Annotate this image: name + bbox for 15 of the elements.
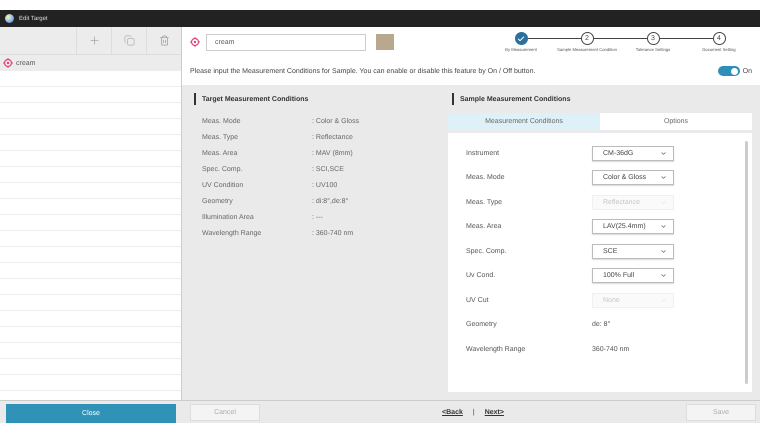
- chevron-icon: [660, 150, 667, 157]
- target-icon: [3, 58, 13, 68]
- chevron-icon: [660, 248, 667, 255]
- scrollbar[interactable]: [745, 141, 748, 384]
- target-icon: [190, 37, 200, 47]
- color-swatch: [376, 34, 394, 50]
- app-logo-icon: [5, 14, 14, 23]
- chevron-icon: [660, 223, 667, 230]
- chevron-icon: [660, 174, 667, 182]
- toggle-switch[interactable]: [718, 66, 740, 76]
- plus-icon: [88, 34, 100, 47]
- chevron-icon: [660, 272, 667, 280]
- copy-icon: [124, 35, 134, 46]
- trash-icon: [158, 35, 170, 46]
- check-icon: [517, 34, 525, 42]
